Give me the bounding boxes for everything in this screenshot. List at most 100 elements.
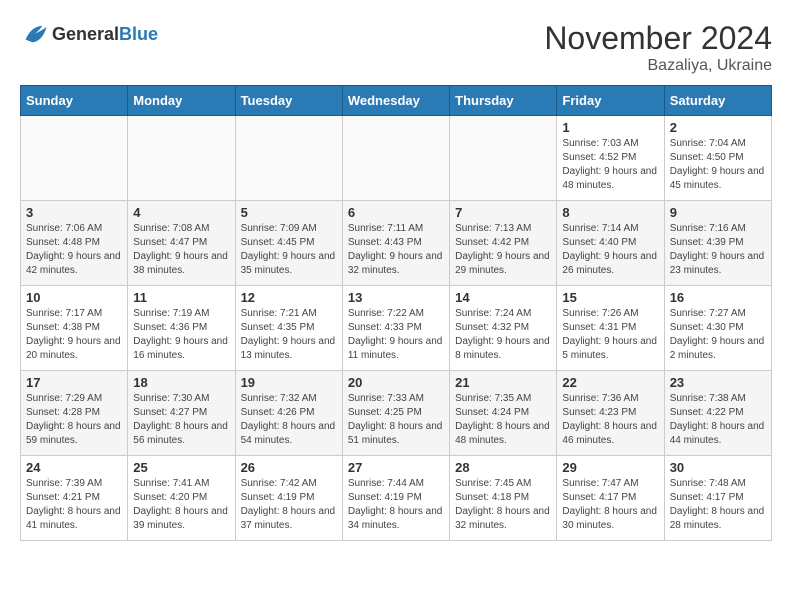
calendar-week-row: 17 Sunrise: 7:29 AM Sunset: 4:28 PM Dayli… [21,371,772,456]
day-info: Sunrise: 7:19 AM Sunset: 4:36 PM Dayligh… [133,307,229,363]
day-info: Sunrise: 7:24 AM Sunset: 4:32 PM Dayligh… [455,307,551,363]
day-number: 26 [241,460,337,475]
day-info: Sunrise: 7:17 AM Sunset: 4:38 PM Dayligh… [26,307,122,363]
day-info: Sunrise: 7:06 AM Sunset: 4:48 PM Dayligh… [26,222,122,278]
weekday-header-cell: Monday [128,86,235,116]
day-info: Sunrise: 7:38 AM Sunset: 4:22 PM Dayligh… [670,392,766,448]
weekday-header-cell: Wednesday [342,86,449,116]
day-number: 8 [562,205,658,220]
day-info: Sunrise: 7:21 AM Sunset: 4:35 PM Dayligh… [241,307,337,363]
day-number: 25 [133,460,229,475]
day-info: Sunrise: 7:29 AM Sunset: 4:28 PM Dayligh… [26,392,122,448]
calendar-cell: 2 Sunrise: 7:04 AM Sunset: 4:50 PM Daylig… [664,116,771,201]
calendar-cell: 30Sunrise: 7:48 AM Sunset: 4:17 PM Dayli… [664,456,771,541]
day-number: 19 [241,375,337,390]
calendar-week-row: 3 Sunrise: 7:06 AM Sunset: 4:48 PM Daylig… [21,201,772,286]
day-info: Sunrise: 7:26 AM Sunset: 4:31 PM Dayligh… [562,307,658,363]
calendar-cell [235,116,342,201]
day-number: 3 [26,205,122,220]
calendar-cell: 6 Sunrise: 7:11 AM Sunset: 4:43 PM Daylig… [342,201,449,286]
day-info: Sunrise: 7:08 AM Sunset: 4:47 PM Dayligh… [133,222,229,278]
weekday-header-cell: Saturday [664,86,771,116]
calendar-cell: 9 Sunrise: 7:16 AM Sunset: 4:39 PM Daylig… [664,201,771,286]
day-number: 27 [348,460,444,475]
day-info: Sunrise: 7:44 AM Sunset: 4:19 PM Dayligh… [348,477,444,533]
day-info: Sunrise: 7:48 AM Sunset: 4:17 PM Dayligh… [670,477,766,533]
day-number: 5 [241,205,337,220]
day-number: 15 [562,290,658,305]
day-number: 9 [670,205,766,220]
calendar-table: SundayMondayTuesdayWednesdayThursdayFrid… [20,85,772,541]
calendar-cell: 10 Sunrise: 7:17 AM Sunset: 4:38 PM Dayli… [21,286,128,371]
calendar-cell: 26 Sunrise: 7:42 AM Sunset: 4:19 PM Dayli… [235,456,342,541]
weekday-header-cell: Thursday [450,86,557,116]
calendar-cell: 21Sunrise: 7:35 AM Sunset: 4:24 PM Dayli… [450,371,557,456]
day-number: 2 [670,120,766,135]
logo-general: General [52,24,119,44]
calendar-cell: 18 Sunrise: 7:30 AM Sunset: 4:27 PM Dayli… [128,371,235,456]
calendar-cell: 27 Sunrise: 7:44 AM Sunset: 4:19 PM Dayli… [342,456,449,541]
weekday-header-cell: Friday [557,86,664,116]
calendar-cell [450,116,557,201]
day-number: 18 [133,375,229,390]
day-number: 10 [26,290,122,305]
logo-blue: Blue [119,24,158,44]
calendar-cell: 5Sunrise: 7:09 AM Sunset: 4:45 PM Daylig… [235,201,342,286]
calendar-cell: 3 Sunrise: 7:06 AM Sunset: 4:48 PM Daylig… [21,201,128,286]
day-number: 13 [348,290,444,305]
day-info: Sunrise: 7:42 AM Sunset: 4:19 PM Dayligh… [241,477,337,533]
weekday-header-cell: Sunday [21,86,128,116]
day-number: 11 [133,290,229,305]
day-info: Sunrise: 7:30 AM Sunset: 4:27 PM Dayligh… [133,392,229,448]
calendar-cell: 12 Sunrise: 7:21 AM Sunset: 4:35 PM Dayli… [235,286,342,371]
day-info: Sunrise: 7:39 AM Sunset: 4:21 PM Dayligh… [26,477,122,533]
day-number: 28 [455,460,551,475]
day-number: 16 [670,290,766,305]
calendar-cell: 1Sunrise: 7:03 AM Sunset: 4:52 PM Daylig… [557,116,664,201]
day-number: 22 [562,375,658,390]
day-number: 20 [348,375,444,390]
calendar-cell: 22 Sunrise: 7:36 AM Sunset: 4:23 PM Dayli… [557,371,664,456]
calendar-cell: 17 Sunrise: 7:29 AM Sunset: 4:28 PM Dayli… [21,371,128,456]
calendar-cell: 24Sunrise: 7:39 AM Sunset: 4:21 PM Dayli… [21,456,128,541]
day-info: Sunrise: 7:22 AM Sunset: 4:33 PM Dayligh… [348,307,444,363]
calendar-cell: 16Sunrise: 7:27 AM Sunset: 4:30 PM Dayli… [664,286,771,371]
day-info: Sunrise: 7:41 AM Sunset: 4:20 PM Dayligh… [133,477,229,533]
calendar-cell: 20Sunrise: 7:33 AM Sunset: 4:25 PM Dayli… [342,371,449,456]
calendar-week-row: 24Sunrise: 7:39 AM Sunset: 4:21 PM Dayli… [21,456,772,541]
weekday-header-cell: Tuesday [235,86,342,116]
calendar-cell: 29 Sunrise: 7:47 AM Sunset: 4:17 PM Dayli… [557,456,664,541]
day-number: 7 [455,205,551,220]
day-number: 17 [26,375,122,390]
day-number: 6 [348,205,444,220]
day-number: 23 [670,375,766,390]
day-number: 4 [133,205,229,220]
day-info: Sunrise: 7:11 AM Sunset: 4:43 PM Dayligh… [348,222,444,278]
day-info: Sunrise: 7:36 AM Sunset: 4:23 PM Dayligh… [562,392,658,448]
calendar-cell: 28 Sunrise: 7:45 AM Sunset: 4:18 PM Dayli… [450,456,557,541]
day-info: Sunrise: 7:04 AM Sunset: 4:50 PM Dayligh… [670,137,766,193]
day-info: Sunrise: 7:35 AM Sunset: 4:24 PM Dayligh… [455,392,551,448]
calendar-cell: 13 Sunrise: 7:22 AM Sunset: 4:33 PM Dayli… [342,286,449,371]
calendar-body: 1Sunrise: 7:03 AM Sunset: 4:52 PM Daylig… [21,116,772,541]
calendar-week-row: 1Sunrise: 7:03 AM Sunset: 4:52 PM Daylig… [21,116,772,201]
day-info: Sunrise: 7:14 AM Sunset: 4:40 PM Dayligh… [562,222,658,278]
calendar-cell: 4 Sunrise: 7:08 AM Sunset: 4:47 PM Daylig… [128,201,235,286]
day-number: 29 [562,460,658,475]
day-info: Sunrise: 7:45 AM Sunset: 4:18 PM Dayligh… [455,477,551,533]
day-info: Sunrise: 7:16 AM Sunset: 4:39 PM Dayligh… [670,222,766,278]
day-number: 12 [241,290,337,305]
calendar-cell: 23 Sunrise: 7:38 AM Sunset: 4:22 PM Dayli… [664,371,771,456]
calendar-cell: 7Sunrise: 7:13 AM Sunset: 4:42 PM Daylig… [450,201,557,286]
calendar-cell: 14Sunrise: 7:24 AM Sunset: 4:32 PM Dayli… [450,286,557,371]
day-info: Sunrise: 7:47 AM Sunset: 4:17 PM Dayligh… [562,477,658,533]
day-info: Sunrise: 7:32 AM Sunset: 4:26 PM Dayligh… [241,392,337,448]
calendar-cell: 11 Sunrise: 7:19 AM Sunset: 4:36 PM Dayli… [128,286,235,371]
header: GeneralBlue November 2024 Bazaliya, Ukra… [20,20,772,75]
logo-icon [20,20,48,48]
location-title: Bazaliya, Ukraine [544,57,772,75]
calendar-cell: 15 Sunrise: 7:26 AM Sunset: 4:31 PM Dayli… [557,286,664,371]
calendar-cell: 19 Sunrise: 7:32 AM Sunset: 4:26 PM Dayli… [235,371,342,456]
weekday-header-row: SundayMondayTuesdayWednesdayThursdayFrid… [21,86,772,116]
calendar-cell [342,116,449,201]
